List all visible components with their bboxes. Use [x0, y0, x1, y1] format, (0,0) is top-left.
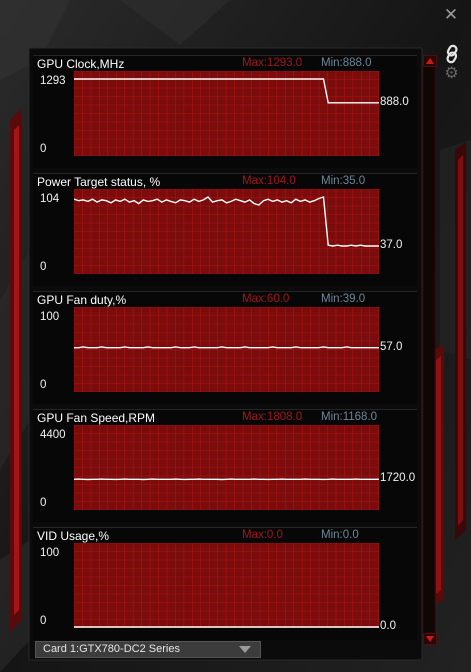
- arrow-up-icon: [426, 58, 434, 64]
- panel-gpu-fan-duty: GPU Fan duty,% Max:60.0 Min:39.0 100 0 5…: [33, 291, 417, 404]
- min-value: Min:35.0: [321, 175, 366, 187]
- scroll-down-button[interactable]: [423, 633, 437, 645]
- axis-zero-label: 0: [40, 379, 47, 391]
- axis-zero-label: 0: [40, 143, 47, 155]
- current-value: 37.0: [380, 238, 403, 251]
- panel-title: GPU Fan Speed,RPM: [37, 411, 156, 425]
- axis-zero-label: 0: [40, 261, 47, 273]
- axis-top-label: 1293: [40, 75, 66, 87]
- axis-zero-label: 0: [40, 615, 47, 627]
- graph-plot: [74, 71, 379, 156]
- axis-top-label: 4400: [40, 429, 66, 441]
- arrow-down-icon: [426, 636, 434, 642]
- link-button[interactable]: [441, 43, 463, 65]
- min-value: Min:888.0: [321, 57, 372, 69]
- graph-plot: [74, 425, 379, 510]
- current-value: 888.0: [380, 95, 409, 108]
- trace-line: [74, 346, 379, 349]
- axis-zero-label: 0: [40, 497, 47, 509]
- close-button[interactable]: ✕: [443, 5, 459, 24]
- panel-vid-usage: VID Usage,% Max:0.0 Min:0.0 100 0 0.0: [33, 527, 417, 640]
- axis-top-label: 100: [40, 311, 60, 323]
- panel-gpu-fan-speed: GPU Fan Speed,RPM Max:1808.0 Min:1168.0 …: [33, 409, 417, 522]
- min-value: Min:39.0: [321, 293, 366, 305]
- panel-gpu-clock: GPU Clock,MHz Max:1293.0 Min:888.0 1293 …: [33, 55, 417, 168]
- max-value: Max:60.0: [242, 293, 290, 305]
- current-value: 0.0: [380, 620, 396, 632]
- chevron-down-icon: [239, 646, 251, 653]
- min-value: Min:0.0: [321, 529, 359, 541]
- gear-icon: ⚙: [444, 65, 459, 82]
- panel-title: GPU Clock,MHz: [37, 57, 125, 71]
- card-select-dropdown[interactable]: Card 1:GTX780-DC2 Series: [35, 641, 261, 658]
- panel-power-target: Power Target status, % Max:104.0 Min:35.…: [33, 173, 417, 286]
- current-value: 57.0: [380, 340, 403, 353]
- panel-title: Power Target status, %: [37, 175, 161, 189]
- close-icon: ✕: [443, 5, 459, 24]
- link-icon: [446, 44, 458, 64]
- graph-plot: [74, 189, 379, 274]
- card-select-value: Card 1:GTX780-DC2 Series: [43, 643, 180, 655]
- panel-title: GPU Fan duty,%: [37, 293, 127, 307]
- panel-title: VID Usage,%: [37, 529, 110, 543]
- min-value: Min:1168.0: [321, 411, 378, 423]
- max-value: Max:1808.0: [242, 411, 303, 423]
- settings-button[interactable]: ⚙: [443, 65, 460, 82]
- axis-top-label: 104: [40, 193, 60, 205]
- graph-plot: [74, 543, 379, 628]
- graph-plot: [74, 307, 379, 392]
- scroll-up-button[interactable]: [423, 55, 437, 67]
- current-value: 1720.0: [380, 472, 416, 485]
- max-value: Max:104.0: [242, 175, 296, 187]
- axis-top-label: 100: [40, 547, 60, 559]
- max-value: Max:0.0: [242, 529, 283, 541]
- max-value: Max:1293.0: [242, 57, 303, 69]
